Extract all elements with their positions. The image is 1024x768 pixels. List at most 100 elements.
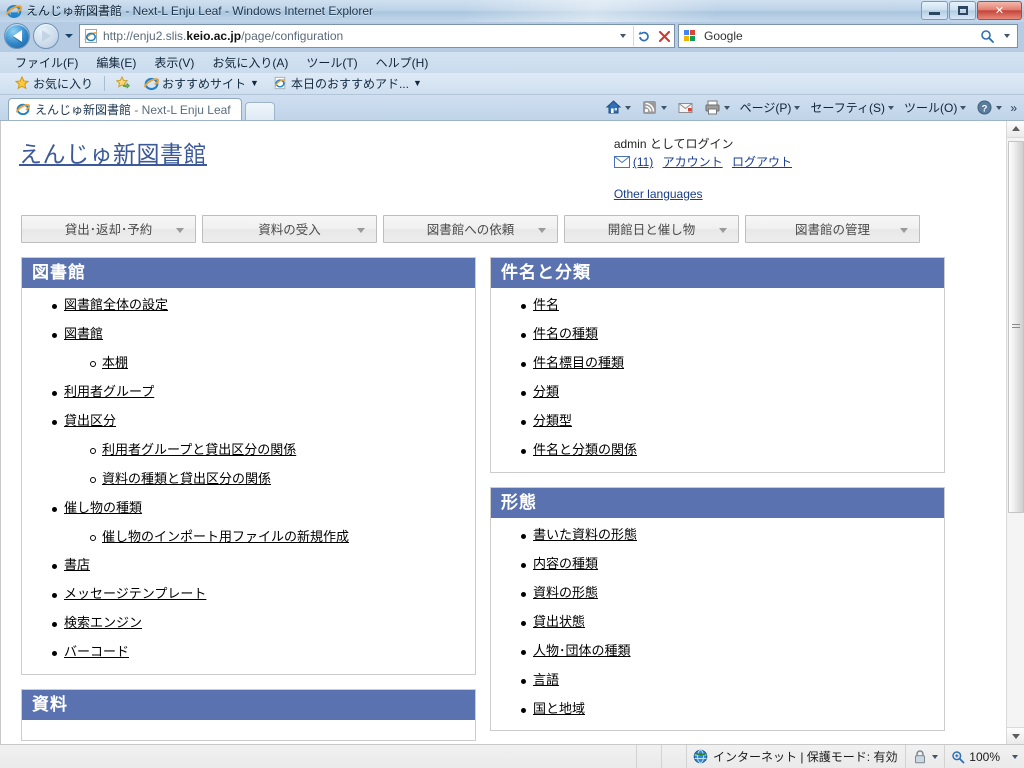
tab-enju-leaf[interactable]: えんじゅ新図書館 - Next-L Enju Leaf <box>8 97 242 120</box>
tools-menu-button[interactable]: ツール(O) <box>899 97 971 118</box>
favorites-label: お気に入り <box>33 76 94 91</box>
window-title: えんじゅ新図書館 - Next-L Enju Leaf - Windows In… <box>26 2 373 19</box>
menu-edit[interactable]: 編集(E) <box>87 52 145 73</box>
feeds-button[interactable] <box>636 97 672 118</box>
add-star-icon <box>115 76 130 90</box>
link-material-form[interactable]: 資料の形態 <box>533 585 598 600</box>
menu-view[interactable]: 表示(V) <box>145 52 203 73</box>
back-button[interactable] <box>4 23 30 50</box>
link-library-overall-settings[interactable]: 図書館全体の設定 <box>64 297 168 312</box>
link-country[interactable]: 国と地域 <box>533 701 585 716</box>
close-icon <box>658 30 670 42</box>
menu-help[interactable]: ヘルプ(H) <box>367 52 438 73</box>
chevron-down-icon <box>538 227 546 233</box>
scroll-up-button[interactable] <box>1007 120 1024 138</box>
message-count-link[interactable]: (11) <box>633 155 653 169</box>
panel-body: 件名 件名の種類 件名標目の種類 分類 分類型 件名と分類の関係 <box>491 288 944 472</box>
other-languages-link[interactable]: Other languages <box>614 185 703 204</box>
maximize-button[interactable] <box>949 1 976 20</box>
forward-button[interactable] <box>33 23 59 50</box>
refresh-button[interactable] <box>634 25 654 47</box>
todays-recommended-addon-button[interactable]: 本日のおすすめアド... ▼ <box>266 74 429 93</box>
divider <box>104 75 106 91</box>
link-message-template[interactable]: メッセージテンプレート <box>64 586 206 601</box>
search-dropdown-button[interactable] <box>997 25 1017 47</box>
link-event-category[interactable]: 催し物の種類 <box>64 500 142 515</box>
google-icon <box>683 28 699 44</box>
link-subject-classification-relation[interactable]: 件名と分類の関係 <box>533 442 637 457</box>
link-language[interactable]: 言語 <box>533 672 559 687</box>
link-bookstore[interactable]: 書店 <box>64 557 90 572</box>
search-button[interactable] <box>977 25 997 47</box>
link-bookshelf[interactable]: 本棚 <box>102 355 128 370</box>
chevron-down-icon <box>65 34 73 39</box>
scrollbar-thumb[interactable] <box>1008 140 1024 513</box>
home-icon <box>605 99 622 116</box>
list-item: 催し物の種類 催し物のインポート用ファイルの新規作成 <box>52 500 475 545</box>
suggested-sites-button[interactable]: おすすめサイト ▼ <box>137 74 266 93</box>
link-content-type[interactable]: 内容の種類 <box>533 556 598 571</box>
link-search-engine[interactable]: 検索エンジン <box>64 615 142 630</box>
address-input[interactable]: http://enju2.slis.keio.ac.jp/page/config… <box>79 24 675 49</box>
safety-menu-button[interactable]: セーフティ(S) <box>805 97 899 118</box>
link-subject[interactable]: 件名 <box>533 297 559 312</box>
panel-subject-classification: 件名と分類 件名 件名の種類 件名標目の種類 分類 分類型 件名と分類の関係 <box>490 256 945 473</box>
stop-button[interactable] <box>654 25 674 47</box>
menu-favorites[interactable]: お気に入り(A) <box>203 52 297 73</box>
site-header: えんじゅ新図書館 admin としてログイン (11) アカウント ログアウト … <box>15 131 992 203</box>
link-material-checkout-relation[interactable]: 資料の種類と貸出区分の関係 <box>102 471 271 486</box>
menu-file[interactable]: ファイル(F) <box>6 52 87 73</box>
link-written-material-form[interactable]: 書いた資料の形態 <box>533 527 637 542</box>
nav-library-management[interactable]: 図書館の管理 <box>745 214 920 243</box>
home-button[interactable] <box>600 97 636 118</box>
site-title-link[interactable]: えんじゅ新図書館 <box>19 135 207 169</box>
read-mail-button[interactable] <box>672 97 699 118</box>
menu-bar: ファイル(F) 編集(E) 表示(V) お気に入り(A) ツール(T) ヘルプ(… <box>0 51 1024 73</box>
protected-mode-button[interactable] <box>906 745 944 768</box>
recent-pages-button[interactable] <box>62 23 76 49</box>
page-menu-button[interactable]: ページ(P) <box>735 97 806 118</box>
add-to-favorites-bar-button[interactable] <box>109 75 137 91</box>
nav-acquisition[interactable]: 資料の受入 <box>202 214 377 243</box>
favorites-button[interactable]: お気に入り <box>8 74 100 93</box>
globe-icon <box>693 749 708 764</box>
link-agent-type[interactable]: 人物･団体の種類 <box>533 643 631 658</box>
link-classification-type[interactable]: 分類型 <box>533 413 572 428</box>
account-link[interactable]: アカウント <box>663 155 723 169</box>
security-zone-indicator[interactable]: インターネット | 保護モード: 有効 <box>687 745 903 768</box>
link-user-group[interactable]: 利用者グループ <box>64 384 154 399</box>
address-url-text: http://enju2.slis.keio.ac.jp/page/config… <box>103 29 344 44</box>
zoom-control[interactable]: 100% <box>945 745 1024 768</box>
print-button[interactable] <box>699 97 735 118</box>
link-subject-type[interactable]: 件名の種類 <box>533 326 598 341</box>
address-dropdown-button[interactable] <box>613 25 633 47</box>
status-bar-right: 100% <box>905 745 1024 768</box>
chevron-down-icon <box>960 105 967 110</box>
close-button[interactable]: ✕ <box>977 1 1022 20</box>
new-tab-button[interactable] <box>244 101 275 120</box>
link-subject-heading-type[interactable]: 件名標目の種類 <box>533 355 624 370</box>
link-barcode[interactable]: バーコード <box>64 644 129 659</box>
help-menu-button[interactable]: ? <box>971 97 1007 118</box>
link-classification[interactable]: 分類 <box>533 384 559 399</box>
nav-loan-return-reserve[interactable]: 貸出･返却･予約 <box>21 214 196 243</box>
nav-library-request[interactable]: 図書館への依頼 <box>383 214 558 243</box>
nav-open-days-events[interactable]: 開館日と催し物 <box>564 214 739 243</box>
enju-page: えんじゅ新図書館 admin としてログイン (11) アカウント ログアウト … <box>1 121 1006 744</box>
link-user-group-checkout-relation[interactable]: 利用者グループと貸出区分の関係 <box>102 442 296 457</box>
chevron-down-icon <box>996 105 1003 110</box>
minimize-button[interactable] <box>921 1 948 20</box>
command-bar-overflow-button[interactable]: » <box>1007 101 1020 115</box>
panel-body: 図書館全体の設定 図書館 本棚 利用者グループ 貸出区分 利用者グループと貸出区… <box>22 288 475 674</box>
menu-tools[interactable]: ツール(T) <box>297 52 366 73</box>
account-links-row: (11) アカウント ログアウト <box>613 153 792 172</box>
search-input[interactable]: Google <box>678 24 1018 49</box>
link-library[interactable]: 図書館 <box>64 326 103 341</box>
link-checkout-type[interactable]: 貸出区分 <box>64 413 116 428</box>
list-item: 資料の種類と貸出区分の関係 <box>90 471 475 487</box>
page-vertical-scrollbar[interactable] <box>1006 120 1024 745</box>
link-circulation-status[interactable]: 貸出状態 <box>533 614 585 629</box>
scroll-down-button[interactable] <box>1007 727 1024 745</box>
logout-link[interactable]: ログアウト <box>732 155 792 169</box>
link-event-import-file-new[interactable]: 催し物のインポート用ファイルの新規作成 <box>102 529 349 544</box>
